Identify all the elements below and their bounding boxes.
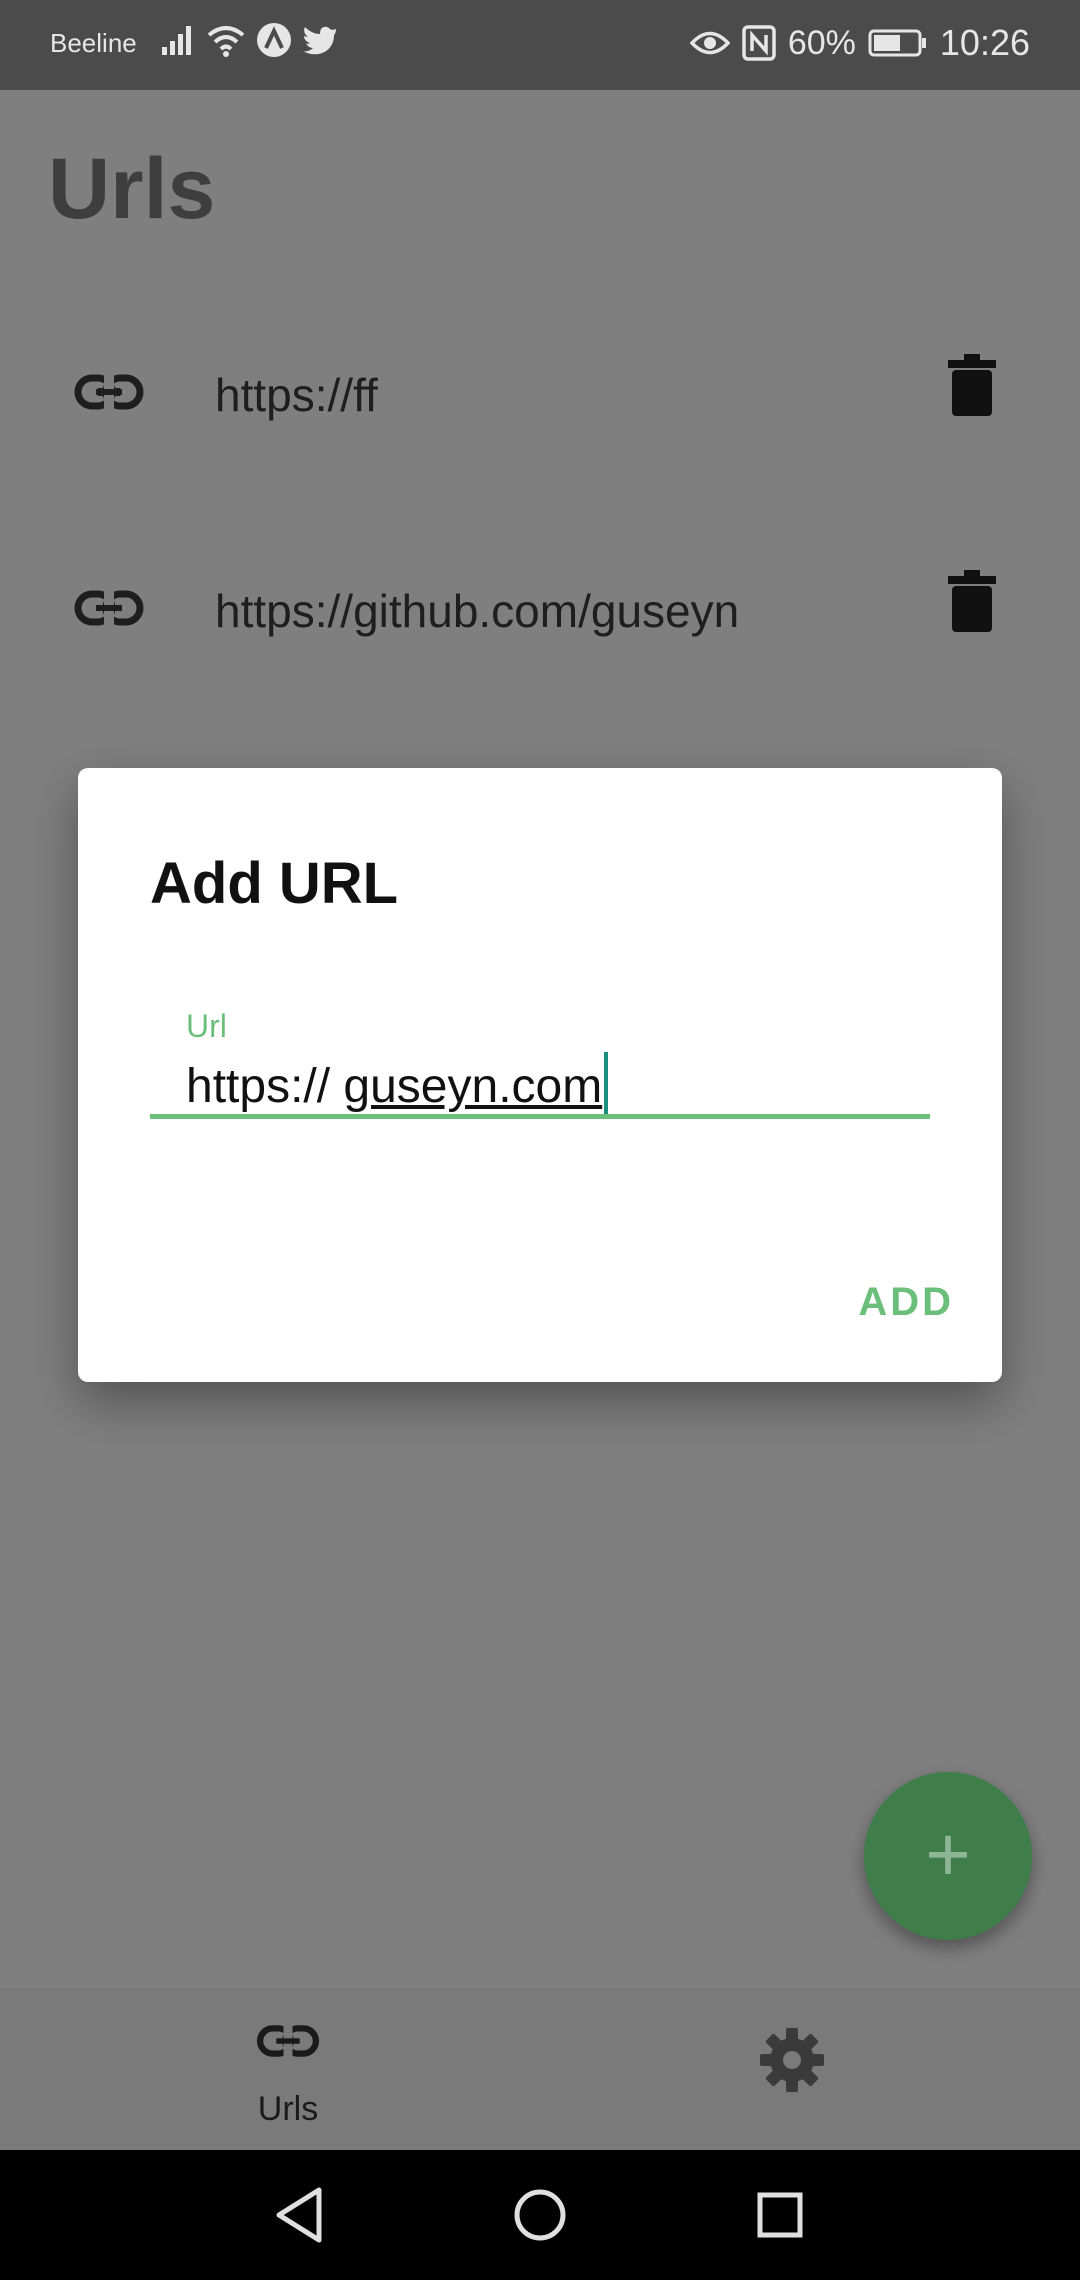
wifi-icon [207,26,245,57]
url-text: https://github.com/guseyn [215,585,740,637]
add-url-dialog: Add URL Url https:// guseyn.com ADD [78,768,1002,1382]
plus-icon: + [925,1810,971,1898]
twitter-icon [303,26,336,55]
signal-icon [162,26,191,55]
url-input-underline [150,1114,930,1119]
app-notification-icon [257,23,291,57]
eye-icon [689,31,730,55]
url-input-composing-text: guseyn.com [343,1060,603,1113]
system-navigation-bar [0,2150,1080,2280]
home-icon[interactable] [505,2180,575,2250]
trash-icon[interactable] [948,354,996,418]
link-icon [256,2024,320,2058]
carrier-name: Beeline [50,28,137,58]
url-text: https://ff [215,369,378,421]
back-icon[interactable] [265,2180,335,2250]
url-input-prefix: https:// [186,1060,344,1113]
list-item[interactable]: https://github.com/guseyn [0,548,1080,668]
page-title: Urls [48,141,216,237]
recents-icon[interactable] [745,2180,815,2250]
status-bar: Beeline 60% 10:26 [0,0,1080,90]
nfc-icon [742,25,776,61]
gear-icon [760,2028,824,2092]
battery-percent: 60% [787,23,856,62]
clock: 10:26 [939,22,1030,63]
add-fab-button[interactable]: + [864,1772,1032,1940]
link-icon [74,374,144,410]
bottom-navigation: Urls [0,1988,1080,2150]
nav-item-label: Urls [257,2090,319,2128]
url-input[interactable]: Url https:// guseyn.com [150,1008,930,1120]
link-icon [74,590,144,626]
text-caret [604,1052,609,1114]
url-input-label: Url [186,1008,227,1044]
trash-icon[interactable] [948,570,996,634]
nav-item-urls[interactable]: Urls [138,1988,438,2150]
list-item[interactable]: https://ff [0,332,1080,452]
nav-item-settings[interactable] [642,1988,942,2150]
url-input-value[interactable]: https:// guseyn.com [186,1052,609,1114]
dialog-title: Add URL [150,851,399,916]
add-button[interactable]: ADD [858,1280,954,1325]
battery-icon [868,29,926,57]
